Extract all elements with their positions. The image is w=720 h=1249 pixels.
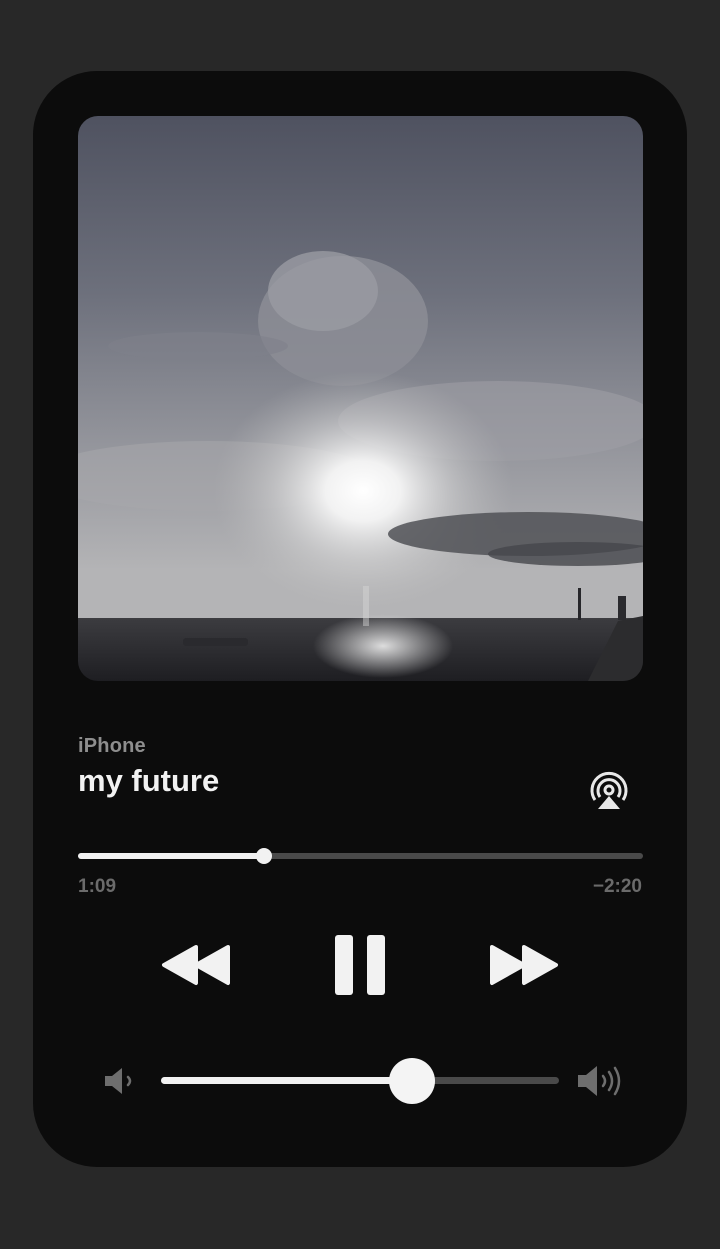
playback-scrubber[interactable] <box>78 848 643 864</box>
fast-forward-icon[interactable] <box>488 943 560 987</box>
page: iPhone my future 1:09 −2:20 <box>0 0 720 1249</box>
volume-slider[interactable] <box>161 1058 559 1104</box>
volume-slider-knob[interactable] <box>388 1058 435 1104</box>
volume-high-icon <box>578 1066 621 1096</box>
playback-progress-fill <box>78 853 265 859</box>
remaining-time: −2:20 <box>592 876 642 897</box>
now-playing-card: iPhone my future 1:09 −2:20 <box>33 71 687 1167</box>
pause-icon[interactable] <box>333 933 387 997</box>
volume-low-icon <box>105 1068 132 1094</box>
track-title: my future <box>78 763 220 798</box>
airplay-icon[interactable] <box>588 771 630 813</box>
elapsed-time: 1:09 <box>78 876 117 897</box>
output-device-label: iPhone <box>78 735 146 757</box>
volume-level-fill <box>161 1077 412 1084</box>
album-artwork <box>78 116 643 681</box>
rewind-icon[interactable] <box>160 943 232 987</box>
playback-scrubber-knob[interactable] <box>256 848 273 864</box>
